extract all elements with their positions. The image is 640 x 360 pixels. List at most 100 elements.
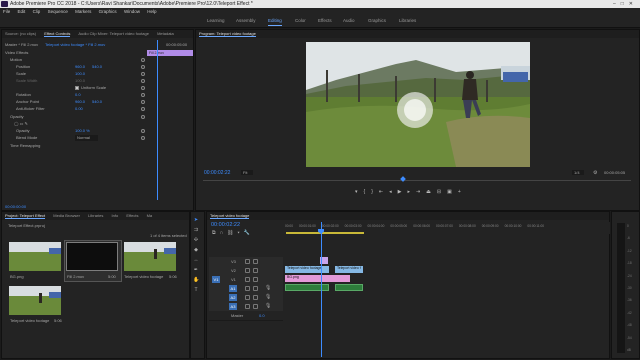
blend-select[interactable]: Normal: [75, 135, 98, 141]
timeline-ruler[interactable]: 00:00 00:00:01:00 00:00:02:00 00:00:03:00 00…: [284, 222, 610, 234]
anchor-x[interactable]: 960.0: [75, 99, 85, 105]
reset-motion-icon[interactable]: [141, 58, 145, 62]
mute-icon[interactable]: [245, 286, 250, 291]
menu-sequence[interactable]: Sequence: [48, 9, 68, 14]
reset-opacity-value-icon[interactable]: [141, 129, 145, 133]
mic-icon[interactable]: 🎙: [265, 294, 271, 300]
workspace-color[interactable]: Color: [295, 18, 306, 23]
tab-source[interactable]: Source: (no clips): [5, 31, 36, 36]
tab-media-browser[interactable]: Media Browser: [53, 213, 80, 218]
motion-row[interactable]: Motion: [2, 57, 154, 63]
ripple-edit-tool-icon[interactable]: ✣: [193, 237, 199, 243]
fit-select[interactable]: Fit: [241, 170, 254, 175]
step-forward-icon[interactable]: ▸: [407, 189, 416, 195]
lock-icon[interactable]: [245, 259, 250, 264]
mic-icon[interactable]: 🎙: [265, 303, 271, 309]
anchor-y[interactable]: 540.0: [92, 99, 102, 105]
selection-tool-icon[interactable]: ➤: [193, 217, 199, 223]
rotation-value[interactable]: 0.0: [75, 92, 81, 98]
eye-icon[interactable]: [253, 277, 258, 282]
mic-icon[interactable]: 🎙: [265, 285, 271, 291]
workspace-libraries[interactable]: Libraries: [399, 18, 416, 23]
workspace-learning[interactable]: Learning: [207, 18, 225, 23]
reset-position-icon[interactable]: [141, 65, 145, 69]
workspace-editing[interactable]: Editing: [268, 18, 282, 26]
timeline-playhead[interactable]: [321, 222, 322, 357]
go-to-in-icon[interactable]: ⇤: [379, 189, 389, 195]
tab-audio-clip-mixer[interactable]: Audio Clip Mixer: Teleport video footage: [78, 31, 149, 36]
opacity-row[interactable]: Opacity: [2, 114, 154, 120]
reset-scale-icon[interactable]: [141, 72, 145, 76]
mute-icon[interactable]: [245, 295, 250, 300]
tab-effects[interactable]: Effects: [126, 213, 138, 218]
workspace-effects[interactable]: Effects: [318, 18, 332, 23]
menu-file[interactable]: File: [3, 9, 10, 14]
tab-libraries[interactable]: Libraries: [88, 213, 103, 218]
lock-icon[interactable]: [245, 277, 250, 282]
timeline-settings-icon[interactable]: 🔧: [244, 230, 254, 236]
menu-edit[interactable]: Edit: [18, 9, 26, 14]
workspace-assembly[interactable]: Assembly: [236, 18, 256, 23]
tab-metadata[interactable]: Metadata: [157, 31, 174, 36]
video-clip-v2-b[interactable]: Teleport video f: [335, 266, 363, 273]
close-button[interactable]: ✕: [629, 1, 638, 7]
timeline-timecode[interactable]: 00:00:02:22: [211, 222, 240, 228]
project-item-name[interactable]: Teleport video footage: [124, 274, 163, 279]
flicker-value[interactable]: 0.00: [75, 106, 83, 112]
add-marker-icon[interactable]: ▾: [355, 189, 364, 195]
reset-rotation-icon[interactable]: [141, 93, 145, 97]
mute-icon[interactable]: [245, 304, 250, 309]
mark-out-icon[interactable]: }: [371, 189, 379, 195]
linked-selection-icon[interactable]: ⛓: [227, 230, 237, 236]
razor-tool-icon[interactable]: ◆: [193, 247, 199, 253]
opacity-value[interactable]: 100.0 %: [75, 128, 90, 134]
menu-window[interactable]: Window: [124, 9, 140, 14]
extract-icon[interactable]: ⊟: [437, 189, 447, 195]
menu-markers[interactable]: Markers: [75, 9, 91, 14]
eye-icon[interactable]: [253, 259, 258, 264]
menu-help[interactable]: Help: [147, 9, 156, 14]
program-timecode[interactable]: 00:00:02:22: [204, 170, 230, 176]
workspace-graphics[interactable]: Graphics: [368, 18, 386, 23]
workspace-audio[interactable]: Audio: [343, 18, 355, 23]
go-to-out-icon[interactable]: ⇥: [416, 189, 426, 195]
audio-clip-a1-a[interactable]: [285, 284, 329, 291]
source-patch-v1[interactable]: V1: [212, 276, 220, 283]
position-x[interactable]: 960.0: [75, 64, 85, 70]
sequence-clip-label[interactable]: Teleport video footage * Fill 2.mov: [45, 42, 105, 47]
ellipse-mask-icon[interactable]: ◯: [14, 121, 18, 126]
button-editor-icon[interactable]: +: [458, 189, 467, 195]
export-frame-icon[interactable]: ▣: [447, 189, 458, 195]
tab-info[interactable]: Info: [112, 213, 119, 218]
tab-program[interactable]: Program: Teleport video footage: [199, 31, 256, 37]
reset-opacity-icon[interactable]: [141, 115, 145, 119]
reset-flicker-icon[interactable]: [141, 107, 145, 111]
video-clip-v2-a[interactable]: Teleport video footage: [285, 266, 329, 273]
solo-icon[interactable]: [253, 286, 258, 291]
tab-markers[interactable]: Ma: [147, 213, 153, 218]
pen-mask-icon[interactable]: ✎: [25, 121, 28, 126]
nest-icon[interactable]: ⧉: [212, 230, 220, 236]
menu-clip[interactable]: Clip: [33, 9, 41, 14]
solo-icon[interactable]: [253, 295, 258, 300]
step-back-icon[interactable]: ◂: [389, 189, 398, 195]
quality-select[interactable]: 1/4: [572, 170, 584, 175]
project-item-name[interactable]: Teleport video footage: [10, 318, 49, 323]
tab-effect-controls[interactable]: Effect Controls: [44, 31, 71, 37]
solo-icon[interactable]: [253, 304, 258, 309]
master-clip-label[interactable]: Master * Fill 2.mov: [5, 42, 38, 47]
tab-timeline-sequence[interactable]: Teleport video footage: [210, 213, 250, 219]
type-tool-icon[interactable]: T: [193, 287, 199, 293]
time-remap-row[interactable]: Time Remapping: [2, 143, 154, 149]
project-item-thumb[interactable]: [9, 286, 61, 315]
project-item-thumb[interactable]: [9, 242, 61, 271]
reset-blend-icon[interactable]: [141, 136, 145, 140]
lock-icon[interactable]: [245, 268, 250, 273]
master-volume[interactable]: 0.0: [259, 313, 265, 318]
audio-clip-a1-b[interactable]: [335, 284, 363, 291]
hand-tool-icon[interactable]: ✋: [193, 277, 199, 283]
lift-icon[interactable]: ⏏: [426, 189, 437, 195]
project-item-thumb[interactable]: [124, 242, 176, 271]
slip-tool-icon[interactable]: ↔: [193, 257, 199, 263]
reset-scale-width-icon[interactable]: [141, 79, 145, 83]
